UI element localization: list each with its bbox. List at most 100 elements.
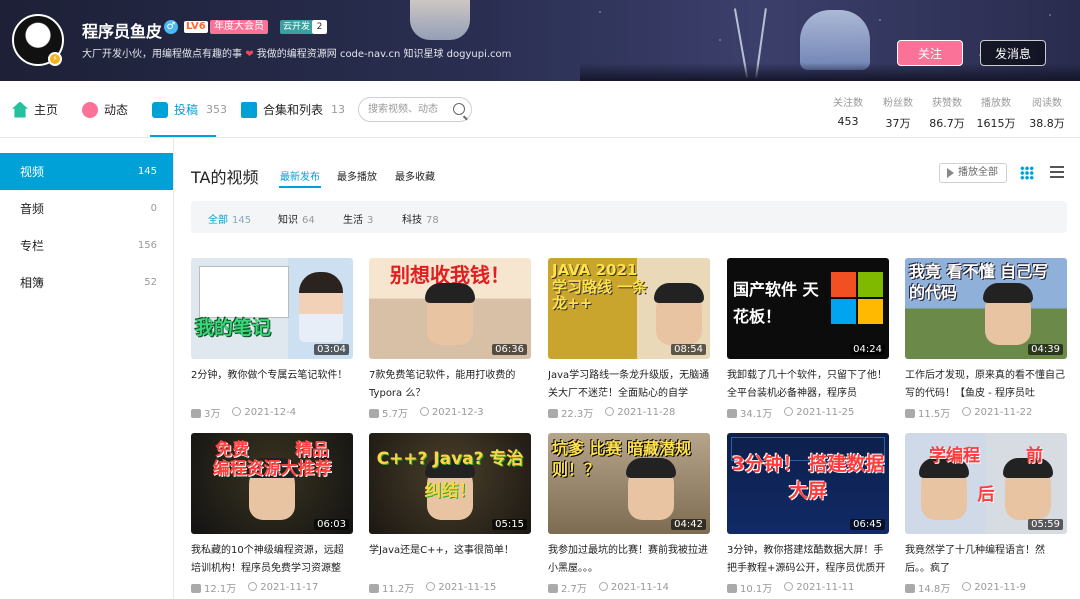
tab-home-label: 主页 bbox=[34, 103, 59, 117]
tab-collections[interactable]: 合集和列表 13 bbox=[241, 101, 345, 118]
section-title: TA的视频 bbox=[191, 168, 259, 187]
filter-label: 生活 bbox=[343, 215, 363, 226]
filter-life[interactable]: 生活 3 bbox=[343, 211, 373, 226]
video-card[interactable]: 坑爹 比赛 暗藏潜规则！？ 04:42 我参加过最坑的比赛！赛前我被拉进小黑屋。… bbox=[548, 433, 710, 595]
video-meta: 5.7万 2021-12-3 bbox=[369, 405, 531, 420]
video-card[interactable]: 国产软件 天花板！ 04:24 我卸载了几十个软件，只留下了他！全平台装机必备神… bbox=[727, 258, 889, 420]
video-title[interactable]: 我私藏的10个神级编程资源，远超培训机构！程序员免费学习资源整 bbox=[191, 542, 353, 578]
video-card[interactable]: 我竟 看不懂 自己写的代码 04:39 工作后才发现，原来真的看不懂自己写的代码… bbox=[905, 258, 1067, 420]
sidebar-item-articles[interactable]: 专栏 156 bbox=[0, 227, 173, 264]
video-icon bbox=[152, 101, 168, 118]
publish-date: 2021-11-25 bbox=[784, 407, 854, 418]
video-title[interactable]: 我参加过最坑的比赛！赛前我被拉进小黑屋。。。 bbox=[548, 542, 710, 578]
clock-icon bbox=[232, 407, 242, 416]
video-thumbnail[interactable]: 国产软件 天花板！ 04:24 bbox=[727, 258, 889, 359]
filter-count: 3 bbox=[367, 215, 374, 226]
vip-badge[interactable]: 年度大会员 bbox=[210, 20, 268, 34]
video-title[interactable]: 工作后才发现，原来真的看不懂自己写的代码！【鱼皮 - 程序员吐 bbox=[905, 367, 1067, 403]
video-card[interactable]: 别想收我钱！ 06:36 7款免费笔记软件，能用打收费的 Typora 么？ 5… bbox=[369, 258, 531, 420]
filter-knowledge[interactable]: 知识 64 bbox=[278, 211, 315, 226]
video-card[interactable]: 免费 精品 编程资源大推荐 06:03 我私藏的10个神级编程资源，远超培训机构… bbox=[191, 433, 353, 595]
thumbnail-caption: 国产软件 天花板！ bbox=[733, 280, 819, 327]
list-view-icon[interactable] bbox=[1050, 166, 1064, 180]
video-thumbnail[interactable]: C++? Java? 专治纠结！ 05:15 bbox=[369, 433, 531, 534]
video-meta: 12.1万 2021-11-17 bbox=[191, 580, 353, 595]
play-count: 12.1万 bbox=[191, 580, 236, 595]
tab-uploads[interactable]: 投稿 353 bbox=[152, 101, 227, 118]
stat-likes: 获赞数 86.7万 bbox=[926, 94, 968, 131]
publish-date: 2021-11-17 bbox=[248, 582, 318, 593]
publish-date: 2021-11-9 bbox=[962, 582, 1026, 593]
follow-button[interactable]: 关注 bbox=[897, 40, 963, 66]
sidebar-item-video[interactable]: 视频 145 bbox=[0, 153, 173, 190]
video-card[interactable]: 我的笔记 03:04 2分钟，教你做个专属云笔记软件！ 3万 2021-12-4 bbox=[191, 258, 353, 420]
video-thumbnail[interactable]: 学编程 前 后 05:59 bbox=[905, 433, 1067, 534]
filter-all[interactable]: 全部 145 bbox=[208, 211, 251, 226]
stat-followers[interactable]: 粉丝数 37万 bbox=[878, 94, 918, 131]
video-meta: 34.1万 2021-11-25 bbox=[727, 405, 889, 420]
signature-text: 大厂开发小伙，用编程做点有趣的事 bbox=[82, 49, 242, 60]
collection-icon bbox=[241, 101, 257, 118]
video-title[interactable]: 2分钟，教你做个专属云笔记软件！ bbox=[191, 367, 353, 403]
cloud-dev-badge[interactable]: 云开发 bbox=[280, 20, 314, 34]
video-thumbnail[interactable]: 别想收我钱！ 06:36 bbox=[369, 258, 531, 359]
search-input[interactable]: 搜索视频、动态 bbox=[358, 97, 472, 122]
content-sidebar: 视频 145 音频 0 专栏 156 相簿 52 bbox=[0, 153, 173, 301]
video-card[interactable]: 3分钟！ 搭建数据大屏 06:45 3分钟，教你搭建炫酷数据大屏！手把手教程+源… bbox=[727, 433, 889, 595]
grid-view-icon[interactable] bbox=[1020, 166, 1034, 180]
sort-latest[interactable]: 最新发布 bbox=[280, 168, 320, 183]
play-icon bbox=[191, 409, 201, 418]
video-title[interactable]: 3分钟，教你搭建炫酷数据大屏！手把手教程+源码公开，程序员优质开 bbox=[727, 542, 889, 578]
play-count: 2.7万 bbox=[548, 580, 587, 595]
active-sort-underline bbox=[279, 186, 321, 188]
video-thumbnail[interactable]: 我的笔记 03:04 bbox=[191, 258, 353, 359]
video-title[interactable]: 7款免费笔记软件，能用打收费的 Typora 么？ bbox=[369, 367, 531, 403]
clock-icon bbox=[598, 582, 608, 591]
play-all-button[interactable]: 播放全部 bbox=[939, 163, 1007, 183]
video-thumbnail[interactable]: 免费 精品 编程资源大推荐 06:03 bbox=[191, 433, 353, 534]
play-count: 11.5万 bbox=[905, 405, 950, 420]
video-card[interactable]: C++? Java? 专治纠结！ 05:15 学Java还是C++，这事很简单！… bbox=[369, 433, 531, 595]
thumbnail-caption: 3分钟！ 搭建数据大屏 bbox=[731, 453, 885, 502]
search-icon[interactable] bbox=[453, 103, 465, 115]
dynamic-icon bbox=[82, 101, 98, 118]
tab-dynamic[interactable]: 动态 bbox=[82, 101, 128, 118]
message-button[interactable]: 发消息 bbox=[980, 40, 1046, 66]
filter-count: 78 bbox=[426, 215, 439, 226]
video-thumbnail[interactable]: 我竟 看不懂 自己写的代码 04:39 bbox=[905, 258, 1067, 359]
thumbnail-caption: 免费 精品 编程资源大推荐 bbox=[212, 440, 332, 479]
sidebar-item-albums[interactable]: 相簿 52 bbox=[0, 264, 173, 301]
video-card[interactable]: JAVA 2021 学习路线 一条龙++ 08:54 Java学习路线一条龙升级… bbox=[548, 258, 710, 420]
filter-tech[interactable]: 科技 78 bbox=[402, 211, 439, 226]
sidebar-divider bbox=[173, 138, 174, 599]
video-card[interactable]: 学编程 前 后 05:59 我竟然学了十几种编程语言！然后。。疯了 14.8万 … bbox=[905, 433, 1067, 595]
video-thumbnail[interactable]: 3分钟！ 搭建数据大屏 06:45 bbox=[727, 433, 889, 534]
video-meta: 14.8万 2021-11-9 bbox=[905, 580, 1067, 595]
publish-date-value: 2021-11-17 bbox=[260, 582, 319, 593]
video-title[interactable]: 学Java还是C++，这事很简单！ bbox=[369, 542, 531, 578]
publish-date: 2021-12-3 bbox=[419, 407, 484, 418]
sidebar-item-audio[interactable]: 音频 0 bbox=[0, 190, 173, 227]
video-thumbnail[interactable]: JAVA 2021 学习路线 一条龙++ 08:54 bbox=[548, 258, 710, 359]
video-thumbnail[interactable]: 坑爹 比赛 暗藏潜规则！？ 04:42 bbox=[548, 433, 710, 534]
publish-date-value: 2021-11-14 bbox=[610, 582, 670, 593]
stat-value: 453 bbox=[837, 115, 859, 128]
stat-value: 1615万 bbox=[976, 117, 1016, 130]
tab-home[interactable]: 主页 bbox=[12, 101, 58, 118]
stat-following[interactable]: 关注数 453 bbox=[828, 94, 868, 128]
sort-most-favorited[interactable]: 最多收藏 bbox=[395, 168, 435, 183]
sort-most-played[interactable]: 最多播放 bbox=[337, 168, 377, 183]
thumbnail-screenshot bbox=[199, 266, 289, 318]
video-title[interactable]: 我卸载了几十个软件，只留下了他！全平台装机必备神器，程序员 bbox=[727, 367, 889, 403]
thumbnail-caption: 我竟 看不懂 自己写的代码 bbox=[909, 262, 1049, 302]
stat-label: 获赞数 bbox=[932, 98, 962, 109]
video-title[interactable]: 我竟然学了十几种编程语言！然后。。疯了 bbox=[905, 542, 1067, 578]
level-badge[interactable]: LV6 bbox=[184, 21, 208, 33]
play-count-value: 3万 bbox=[204, 409, 221, 420]
publish-date-value: 2021-11-28 bbox=[617, 407, 676, 418]
play-icon bbox=[727, 584, 737, 593]
play-icon bbox=[548, 584, 558, 593]
publish-date-value: 2021-11-9 bbox=[974, 582, 1027, 593]
publish-date: 2021-11-14 bbox=[598, 582, 670, 593]
video-title[interactable]: Java学习路线一条龙升级版，无脑通关大厂不迷茫！全面贴心的自学 bbox=[548, 367, 710, 403]
